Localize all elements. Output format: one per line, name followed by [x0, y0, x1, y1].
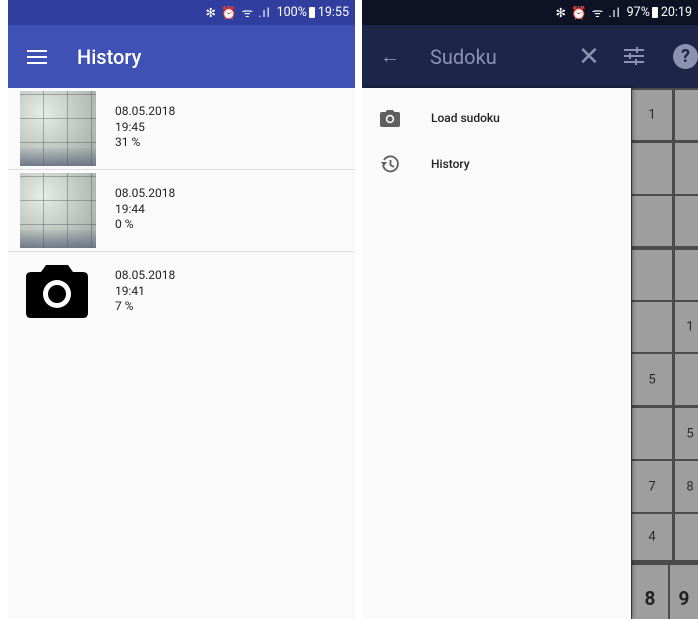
battery-level: 97% [626, 5, 650, 20]
page-title: History [77, 44, 142, 69]
history-icon [381, 155, 399, 173]
status-bar: ✻ ⏰ ᯤ .ıl 97% 20:19 [362, 0, 698, 25]
camera-icon [26, 265, 88, 318]
status-time: 20:19 [660, 5, 692, 20]
back-arrow-icon[interactable]: ← [380, 44, 400, 69]
sudoku-screen: ✻ ⏰ ᯤ .ıl 97% 20:19 ← Sudoku ✕ ? 1 5 7 4… [362, 0, 698, 619]
history-date: 08.05.2018 [115, 104, 176, 118]
battery-icon [308, 7, 315, 18]
history-progress: 0 % [115, 217, 134, 231]
grid-cell[interactable] [632, 302, 672, 352]
camera-icon [380, 110, 400, 127]
status-icons: ✻ ⏰ ᯤ .ıl [555, 6, 621, 21]
history-date: 08.05.2018 [115, 186, 176, 200]
drawer-item-history[interactable]: History [362, 141, 631, 187]
history-progress: 7 % [115, 299, 134, 313]
history-progress: 31 % [115, 135, 141, 149]
status-icons: ✻ ⏰ ᯤ .ıl [205, 6, 271, 21]
app-bar: ← Sudoku ✕ ? [362, 25, 698, 88]
keypad-button[interactable]: 8 [632, 565, 668, 619]
history-time: 19:41 [115, 283, 145, 298]
grid-cell[interactable] [632, 250, 672, 300]
grid-cell[interactable] [632, 408, 672, 459]
history-item[interactable]: 08.05.2018 19:41 7 % [8, 252, 355, 333]
status-time: 19:55 [317, 5, 349, 20]
drawer-item-label: Load sudoku [431, 111, 500, 125]
keypad-button[interactable]: 9 [670, 565, 698, 619]
sudoku-photo-thumbnail [20, 91, 96, 166]
grid-cell[interactable] [675, 90, 698, 140]
history-item-text: 08.05.2018 19:44 0 % [115, 186, 175, 233]
grid-cell[interactable]: 4 [632, 514, 672, 560]
battery-icon [651, 7, 658, 18]
drawer-item-label: History [431, 157, 470, 171]
grid-cell[interactable]: 5 [632, 354, 672, 405]
sudoku-grid: 1 5 7 4 1 5 8 [630, 88, 698, 619]
drawer-item-load-sudoku[interactable]: Load sudoku [362, 95, 631, 141]
grid-cell[interactable] [675, 250, 698, 300]
history-item[interactable]: 08.05.2018 19:44 0 % [8, 170, 355, 252]
battery-level: 100% [276, 5, 307, 20]
history-item-text: 08.05.2018 19:41 7 % [115, 268, 175, 315]
grid-cell[interactable] [675, 196, 698, 246]
grid-cell[interactable]: 7 [632, 461, 672, 512]
sudoku-photo-thumbnail [20, 173, 96, 248]
history-time: 19:45 [115, 119, 145, 134]
grid-cell[interactable]: 1 [675, 302, 698, 352]
history-item[interactable]: 08.05.2018 19:45 31 % [8, 88, 355, 170]
history-date: 08.05.2018 [115, 268, 176, 282]
history-list: 08.05.2018 19:45 31 % 08.05.2018 19:44 0… [8, 88, 355, 333]
tune-icon[interactable] [624, 46, 644, 66]
app-bar: History [8, 25, 355, 88]
grid-cell[interactable] [675, 354, 698, 405]
navigation-drawer: Load sudoku History [362, 88, 631, 619]
grid-cell[interactable] [632, 143, 672, 194]
grid-cell[interactable] [632, 196, 672, 246]
grid-cell[interactable] [675, 143, 698, 194]
page-title: Sudoku [430, 44, 497, 69]
history-time: 19:44 [115, 201, 145, 216]
help-icon[interactable]: ? [673, 44, 698, 69]
status-bar: ✻ ⏰ ᯤ .ıl 100% 19:55 [8, 0, 355, 25]
grid-cell[interactable] [675, 514, 698, 560]
grid-cell[interactable]: 1 [632, 90, 672, 140]
hamburger-menu-icon[interactable] [27, 49, 47, 64]
close-icon[interactable]: ✕ [578, 42, 600, 72]
history-item-text: 08.05.2018 19:45 31 % [115, 104, 175, 151]
grid-cell[interactable]: 8 [675, 461, 698, 512]
grid-cell[interactable]: 5 [675, 408, 698, 459]
history-screen: ✻ ⏰ ᯤ .ıl 100% 19:55 History 08.05.2018 … [8, 0, 355, 619]
